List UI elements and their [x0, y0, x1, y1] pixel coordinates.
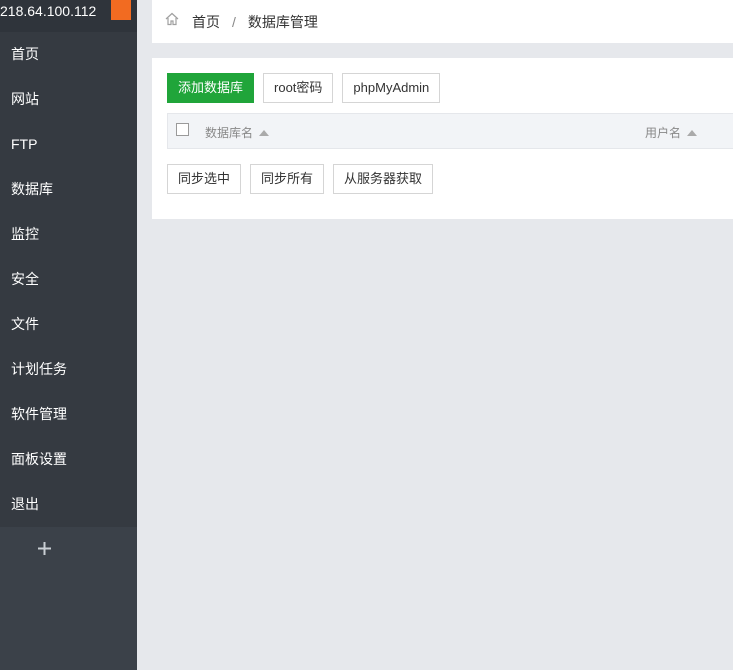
breadcrumb-home[interactable]: 首页 — [192, 12, 220, 32]
column-username-label: 用户名 — [645, 126, 682, 140]
sidebar-item-database[interactable]: 数据库 — [0, 167, 137, 212]
sync-selected-button[interactable]: 同步选中 — [167, 164, 242, 194]
sidebar-item-home[interactable]: 首页 — [0, 32, 137, 77]
breadcrumb-separator: / — [232, 13, 236, 30]
sidebar-item-security[interactable]: 安全 — [0, 257, 137, 302]
database-toolbar: 添加数据库 root密码 phpMyAdmin — [167, 73, 441, 103]
sidebar: 218.64.100.112 首页 网站 FTP 数据库 监控 安全 文件 计划… — [0, 0, 137, 670]
add-shortcut-button[interactable] — [0, 527, 137, 569]
home-icon[interactable] — [164, 11, 180, 27]
phpmyadmin-button[interactable]: phpMyAdmin — [342, 73, 441, 103]
select-all-checkbox[interactable] — [176, 123, 189, 136]
sidebar-item-ftp[interactable]: FTP — [0, 122, 137, 167]
table-header: 数据库名 用户名 — [167, 113, 733, 149]
sidebar-item-monitor[interactable]: 监控 — [0, 212, 137, 257]
sidebar-item-files[interactable]: 文件 — [0, 302, 137, 347]
column-db-name[interactable]: 数据库名 — [205, 124, 270, 141]
database-panel: 添加数据库 root密码 phpMyAdmin 数据库名 用户名 同步选中 同步… — [152, 58, 733, 219]
sidebar-item-software[interactable]: 软件管理 — [0, 392, 137, 437]
sort-up-icon — [687, 129, 698, 136]
server-status-indicator — [111, 0, 131, 20]
sidebar-item-logout[interactable]: 退出 — [0, 482, 137, 527]
fetch-from-server-button[interactable]: 从服务器获取 — [333, 164, 434, 194]
sync-all-button[interactable]: 同步所有 — [250, 164, 325, 194]
add-database-button[interactable]: 添加数据库 — [167, 73, 255, 103]
breadcrumb-current: 数据库管理 — [247, 13, 318, 30]
root-password-button[interactable]: root密码 — [263, 73, 334, 103]
column-db-name-label: 数据库名 — [205, 126, 254, 140]
sidebar-item-website[interactable]: 网站 — [0, 77, 137, 122]
column-username[interactable]: 用户名 — [645, 124, 698, 141]
sidebar-item-settings[interactable]: 面板设置 — [0, 437, 137, 482]
batch-actions: 同步选中 同步所有 从服务器获取 — [167, 164, 434, 194]
breadcrumb: 首页 / 数据库管理 — [152, 0, 733, 43]
server-info: 218.64.100.112 — [0, 0, 137, 32]
sidebar-item-cron[interactable]: 计划任务 — [0, 347, 137, 392]
sort-up-icon — [259, 129, 270, 136]
sidebar-menu: 首页 网站 FTP 数据库 监控 安全 文件 计划任务 软件管理 面板设置 退出 — [0, 32, 137, 527]
plus-icon — [37, 541, 51, 555]
server-ip: 218.64.100.112 — [0, 3, 97, 19]
